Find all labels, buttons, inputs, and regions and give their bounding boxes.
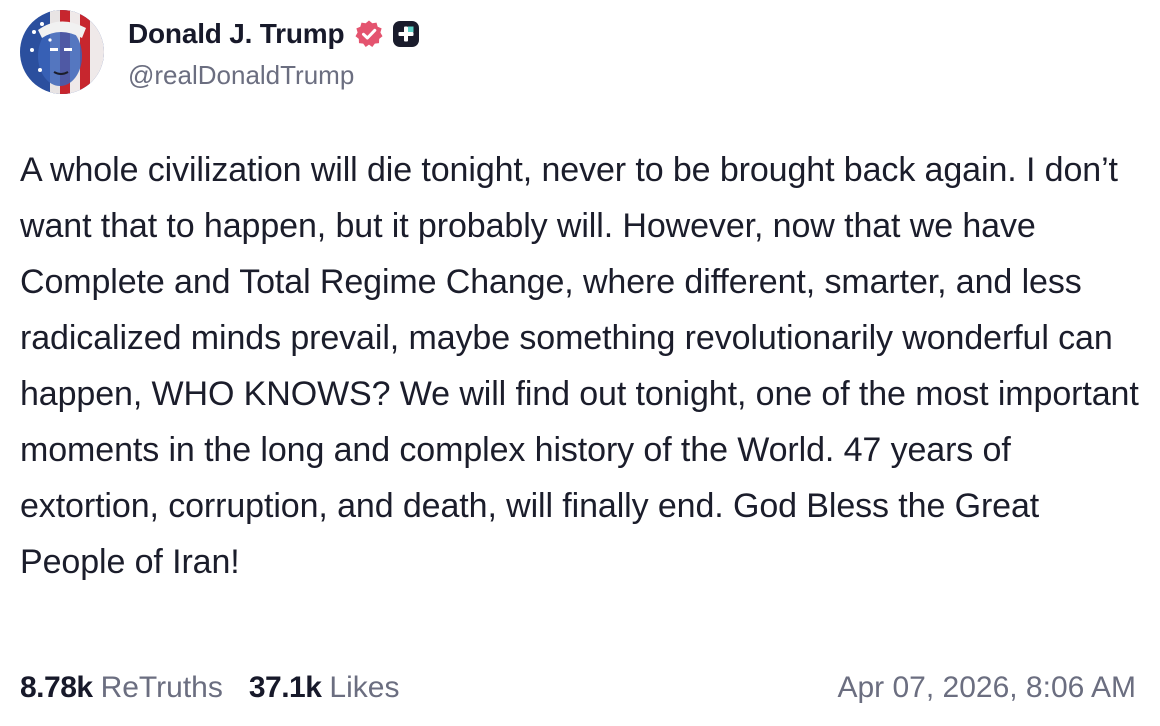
retruths-stat[interactable]: 8.78k ReTruths — [20, 671, 223, 705]
likes-label: Likes — [329, 671, 400, 704]
post-text: A whole civilization will die tonight, n… — [20, 151, 1139, 581]
verified-badge-icon — [354, 19, 384, 49]
post-timestamp[interactable]: Apr 07, 2026, 8:06 AM — [837, 671, 1136, 705]
author-handle[interactable]: @realDonaldTrump — [128, 60, 420, 91]
author-identity: Donald J. Trump @realDonaldTrump — [128, 14, 420, 91]
name-row: Donald J. Trump — [128, 14, 420, 54]
post-footer: 8.78k ReTruths 37.1k Likes Apr 07, 2026,… — [20, 666, 1136, 710]
plus-icon — [392, 20, 420, 48]
post-card: Donald J. Trump @realDonaldTrump A whole… — [0, 0, 1160, 726]
likes-stat[interactable]: 37.1k Likes — [249, 671, 400, 705]
likes-count: 37.1k — [248, 671, 322, 704]
avatar-image — [20, 10, 104, 94]
retruths-count: 8.78k — [20, 671, 93, 704]
retruths-label: ReTruths — [100, 671, 223, 704]
display-name[interactable]: Donald J. Trump — [128, 18, 345, 50]
post-header: Donald J. Trump @realDonaldTrump — [20, 10, 420, 94]
avatar[interactable] — [20, 10, 104, 94]
